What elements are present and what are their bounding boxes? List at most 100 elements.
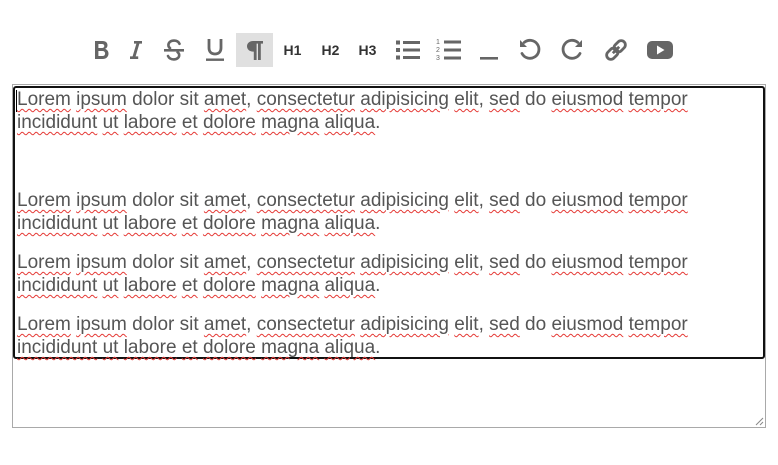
video-button[interactable] bbox=[637, 33, 683, 67]
video-icon bbox=[647, 41, 673, 59]
misspelled-word: amet bbox=[203, 89, 247, 110]
horizontal-rule-button[interactable] bbox=[468, 33, 510, 67]
misspelled-word: ut bbox=[102, 275, 119, 296]
svg-text:2: 2 bbox=[436, 47, 440, 54]
misspelled-word: dolore bbox=[202, 112, 256, 133]
misspelled-word: tempor bbox=[628, 314, 688, 335]
italic-icon bbox=[130, 41, 142, 59]
redo-icon bbox=[561, 38, 582, 60]
bullet-list-icon bbox=[395, 40, 420, 60]
underline-icon bbox=[206, 39, 224, 61]
misspelled-word: labore bbox=[123, 275, 177, 296]
editor-toolbar: H1 H2 H3 1 2 3 bbox=[84, 31, 683, 69]
misspelled-word: Lorem bbox=[17, 190, 71, 211]
misspelled-word: et bbox=[181, 275, 198, 296]
misspelled-word: sed bbox=[489, 89, 520, 110]
misspelled-word: Lorem bbox=[17, 89, 71, 110]
paragraph: Lorem ipsum dolor sit amet, consectetur … bbox=[17, 190, 688, 234]
link-icon bbox=[604, 39, 627, 61]
misspelled-word: sed bbox=[489, 314, 520, 335]
paragraph: Lorem ipsum dolor sit amet, consectetur … bbox=[17, 89, 688, 133]
misspelled-word: aliqua bbox=[324, 213, 376, 234]
misspelled-word: et bbox=[181, 337, 198, 358]
misspelled-word: sed bbox=[489, 252, 520, 273]
empty-paragraph bbox=[17, 144, 757, 167]
horizontal-rule-icon bbox=[480, 57, 498, 60]
misspelled-word: ipsum bbox=[76, 190, 127, 211]
misspelled-word: Lorem bbox=[17, 252, 71, 273]
ordered-list-button[interactable]: 1 2 3 bbox=[429, 33, 468, 67]
heading-3-label: H3 bbox=[358, 42, 377, 58]
misspelled-word: adipisicing bbox=[360, 190, 449, 211]
heading-3-button[interactable]: H3 bbox=[349, 33, 386, 67]
misspelled-word: eiusmod bbox=[551, 252, 624, 273]
misspelled-word: labore bbox=[123, 112, 177, 133]
misspelled-word: et bbox=[181, 112, 198, 133]
misspelled-word: labore bbox=[123, 213, 177, 234]
editor-content-area[interactable]: Lorem ipsum dolor sit amet, consectetur … bbox=[13, 86, 765, 359]
misspelled-word: incididunt bbox=[17, 213, 98, 234]
misspelled-word: elit bbox=[454, 190, 479, 211]
pilcrow-icon bbox=[246, 41, 263, 60]
misspelled-word: incididunt bbox=[17, 275, 98, 296]
bold-button[interactable] bbox=[84, 33, 118, 67]
misspelled-word: ut bbox=[102, 213, 119, 234]
misspelled-word: amet bbox=[203, 314, 247, 335]
heading-2-button[interactable]: H2 bbox=[312, 33, 349, 67]
misspelled-word: amet bbox=[203, 190, 247, 211]
misspelled-word: consectetur bbox=[256, 89, 355, 110]
misspelled-word: elit bbox=[454, 89, 479, 110]
misspelled-word: incididunt bbox=[17, 112, 98, 133]
misspelled-word: incididunt bbox=[17, 337, 98, 358]
link-button[interactable] bbox=[594, 33, 637, 67]
ordered-list-icon: 1 2 3 bbox=[436, 39, 461, 62]
strikethrough-button[interactable] bbox=[154, 33, 194, 67]
misspelled-word: aliqua bbox=[324, 112, 376, 133]
strikethrough-icon bbox=[164, 39, 184, 61]
misspelled-word: magna bbox=[261, 275, 320, 296]
italic-button[interactable] bbox=[118, 33, 154, 67]
misspelled-word: sed bbox=[489, 190, 520, 211]
misspelled-word: ipsum bbox=[76, 252, 127, 273]
bold-icon bbox=[95, 41, 109, 59]
misspelled-word: ut bbox=[102, 112, 119, 133]
heading-1-button[interactable]: H1 bbox=[273, 33, 312, 67]
misspelled-word: labore bbox=[123, 337, 177, 358]
misspelled-word: et bbox=[181, 213, 198, 234]
misspelled-word: amet bbox=[203, 252, 247, 273]
misspelled-word: elit bbox=[454, 252, 479, 273]
paragraph: Lorem ipsum dolor sit amet, consectetur … bbox=[17, 252, 688, 296]
misspelled-word: eiusmod bbox=[551, 89, 624, 110]
heading-1-label: H1 bbox=[283, 42, 302, 58]
misspelled-word: Lorem bbox=[17, 314, 71, 335]
misspelled-word: aliqua bbox=[324, 275, 376, 296]
resize-grip-icon[interactable] bbox=[755, 417, 764, 426]
misspelled-word: consectetur bbox=[256, 252, 355, 273]
misspelled-word: elit bbox=[454, 314, 479, 335]
paragraph-button[interactable] bbox=[236, 33, 273, 67]
misspelled-word: consectetur bbox=[256, 190, 355, 211]
misspelled-word: consectetur bbox=[256, 314, 355, 335]
svg-text:3: 3 bbox=[436, 55, 440, 62]
misspelled-word: adipisicing bbox=[360, 252, 449, 273]
misspelled-word: tempor bbox=[628, 89, 688, 110]
misspelled-word: dolore bbox=[202, 337, 256, 358]
paragraph: Lorem ipsum dolor sit amet, consectetur … bbox=[17, 314, 688, 358]
misspelled-word: magna bbox=[261, 337, 320, 358]
undo-button[interactable] bbox=[510, 33, 550, 67]
svg-text:1: 1 bbox=[436, 39, 440, 46]
misspelled-word: adipisicing bbox=[360, 89, 449, 110]
misspelled-word: magna bbox=[261, 112, 320, 133]
underline-button[interactable] bbox=[194, 33, 236, 67]
bullet-list-button[interactable] bbox=[386, 33, 429, 67]
undo-icon bbox=[520, 38, 541, 60]
misspelled-word: tempor bbox=[628, 190, 688, 211]
misspelled-word: ipsum bbox=[76, 89, 127, 110]
misspelled-word: adipisicing bbox=[360, 314, 449, 335]
misspelled-word: tempor bbox=[628, 252, 688, 273]
misspelled-word: ipsum bbox=[76, 314, 127, 335]
misspelled-word: aliqua bbox=[324, 337, 376, 358]
misspelled-word: eiusmod bbox=[551, 190, 624, 211]
misspelled-word: eiusmod bbox=[551, 314, 624, 335]
redo-button[interactable] bbox=[550, 33, 594, 67]
